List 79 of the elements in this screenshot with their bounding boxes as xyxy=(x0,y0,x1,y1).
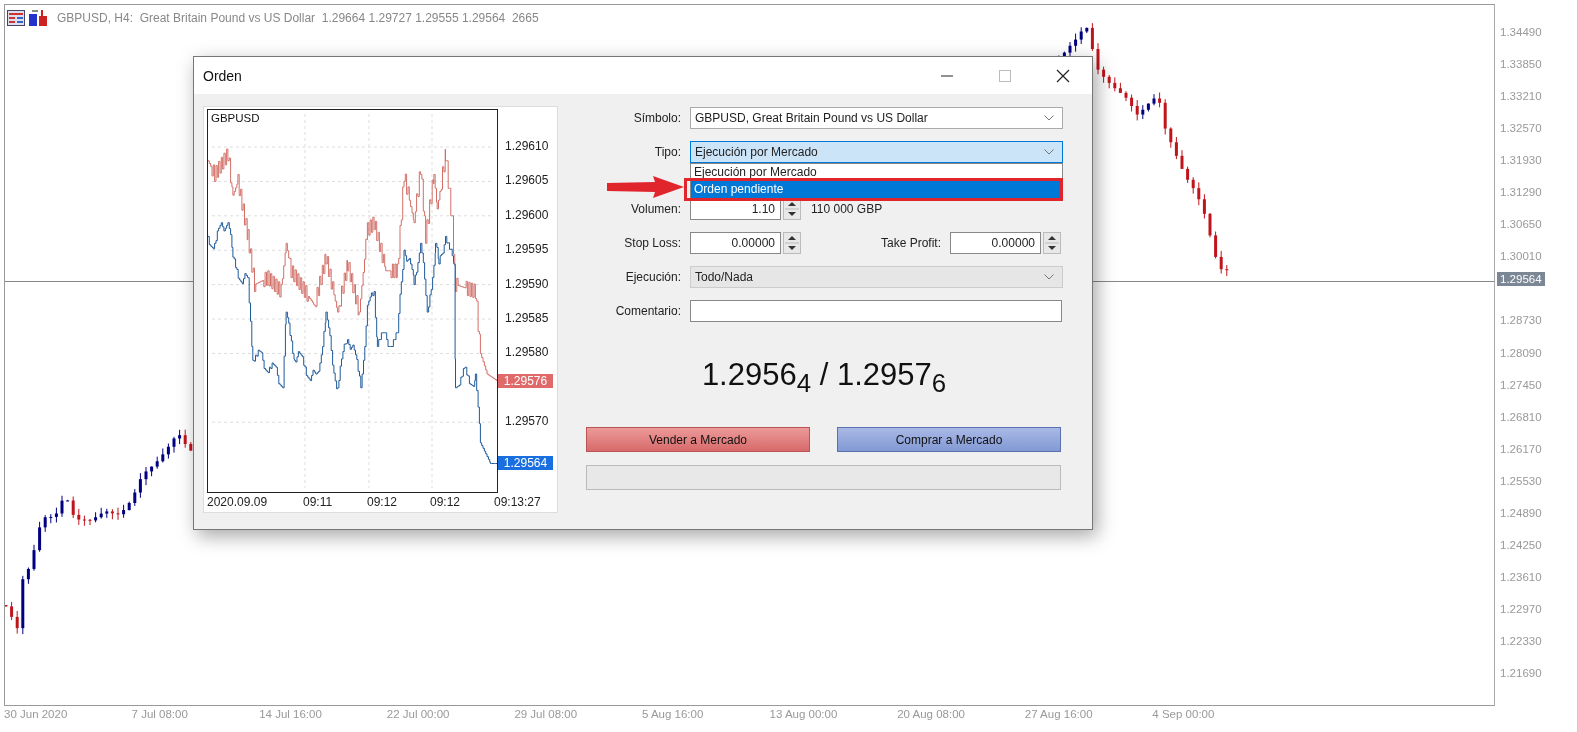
chevron-down-icon xyxy=(1044,115,1054,121)
time-axis-label: 09:11 xyxy=(303,495,333,509)
time-axis-label: 30 Jun 2020 xyxy=(4,707,69,722)
price-axis-label: 1.29580 xyxy=(505,345,549,360)
dropdown[interactable]: Ejecución por Mercado xyxy=(690,141,1063,163)
input-field[interactable]: 0.00000 xyxy=(950,232,1041,254)
ask-price-tag: 1.29576 xyxy=(498,373,553,388)
chevron-down-icon xyxy=(1044,149,1054,155)
price-axis-label: 1.24890 xyxy=(1499,506,1542,519)
field-label: Comentario: xyxy=(614,304,681,318)
comment-field[interactable] xyxy=(690,300,1062,322)
dropdown-value: GBPUSD, Great Britain Pound vs US Dollar xyxy=(695,111,928,125)
price-axis-label: 1.29605 xyxy=(505,173,549,188)
field-label: Take Profit: xyxy=(879,236,941,250)
chevron-down-icon xyxy=(1044,274,1054,280)
spinner-control[interactable] xyxy=(783,232,801,254)
maximize-icon xyxy=(999,69,1011,82)
price-axis-label: 1.31930 xyxy=(1499,154,1542,167)
price-axis-label: 1.26810 xyxy=(1499,410,1542,423)
time-axis-label: 20 Aug 08:00 xyxy=(897,707,966,722)
field-label: Símbolo: xyxy=(632,111,681,125)
dropdown[interactable]: GBPUSD, Great Britain Pound vs US Dollar xyxy=(690,107,1063,129)
price-axis-label: 1.31290 xyxy=(1499,186,1542,199)
field-label: Volumen: xyxy=(629,202,681,216)
price-axis-label: 1.22330 xyxy=(1499,634,1542,647)
symbol-label: GBPUSD xyxy=(211,112,260,124)
table-icon[interactable] xyxy=(7,10,25,26)
price-axis-label: 1.29585 xyxy=(505,311,549,325)
price-axis-label: 1.26170 xyxy=(1499,442,1542,455)
spinner-control[interactable] xyxy=(1043,232,1061,254)
price-axis-label: 1.34490 xyxy=(1499,26,1542,38)
window-title: Orden xyxy=(203,67,242,84)
time-axis-label: 09:12 xyxy=(367,495,398,509)
current-price-tag: 1.29564 xyxy=(1497,271,1545,286)
time-axis-label: 13 Aug 00:00 xyxy=(769,707,839,722)
price-axis-label: 1.21690 xyxy=(1499,667,1542,679)
price-axis-label: 1.33210 xyxy=(1499,90,1542,103)
field-label: Ejecución: xyxy=(624,270,681,284)
time-axis-label: 14 Jul 16:00 xyxy=(259,707,323,722)
price-axis-label: 1.23610 xyxy=(1499,570,1542,583)
time-axis-label: 29 Jul 08:00 xyxy=(514,707,579,722)
dropdown-option[interactable]: Orden pendiente xyxy=(691,181,1062,198)
chart-header-text: GBPUSD, H4: Great Britain Pound vs US Dollar 1.29664 1.29727 1.29555 1.29564 2665 xyxy=(57,11,539,25)
time-axis-label: 09:12 xyxy=(430,495,461,509)
price-axis-label: 1.28730 xyxy=(1499,314,1542,327)
time-axis-label: 5 Aug 16:00 xyxy=(641,707,705,722)
price-axis-label: 1.22970 xyxy=(1499,602,1542,615)
sell-button[interactable]: Vender a Mercado xyxy=(586,427,810,452)
time-axis-label: 22 Jul 00:00 xyxy=(386,707,451,722)
field-label: Tipo: xyxy=(653,145,681,159)
price-axis-label: 1.25530 xyxy=(1499,474,1542,487)
price-axis-label: 1.33850 xyxy=(1499,58,1542,71)
price-axis-label: 1.29595 xyxy=(505,242,549,257)
price-axis-label: 1.29570 xyxy=(505,414,549,429)
price-axis-label: 1.29590 xyxy=(505,276,549,291)
price-axis-label: 1.32570 xyxy=(1499,122,1542,135)
field-label: Stop Loss: xyxy=(623,236,681,250)
price-axis-label: 1.30010 xyxy=(1499,250,1542,263)
price-axis-label: 1.29610 xyxy=(505,139,549,153)
input-field[interactable]: 0.00000 xyxy=(690,232,781,254)
dropdown-option[interactable]: Ejecución por Mercado xyxy=(691,164,1062,181)
time-axis-label: 09:13:27 xyxy=(494,495,541,509)
close-icon xyxy=(1056,68,1070,83)
volume-note: 110 000 GBP xyxy=(811,202,883,216)
price-axis-label: 1.24250 xyxy=(1499,538,1542,551)
price-axis-label: 1.28090 xyxy=(1499,346,1542,359)
dropdown-value: Todo/Nada xyxy=(695,270,754,284)
time-axis-label: 4 Sep 00:00 xyxy=(1152,707,1216,722)
price-axis-label: 1.29600 xyxy=(505,207,549,222)
price-axis-label: 1.27450 xyxy=(1499,378,1542,391)
buy-button[interactable]: Comprar a Mercado xyxy=(837,427,1061,452)
time-axis-label: 7 Jul 08:00 xyxy=(131,707,189,722)
bid-price-tag: 1.29564 xyxy=(498,456,553,471)
time-axis-label: 27 Aug 16:00 xyxy=(1024,707,1094,722)
trade-icon[interactable] xyxy=(29,10,47,26)
price-quote: 1.2956$_{4}$ / 1.2957$_{6}$ xyxy=(700,359,948,391)
dropdown-value: Ejecución por Mercado xyxy=(695,145,818,159)
time-axis-label: 2020.09.09 xyxy=(207,495,268,509)
price-axis-label: 1.30650 xyxy=(1499,218,1542,231)
